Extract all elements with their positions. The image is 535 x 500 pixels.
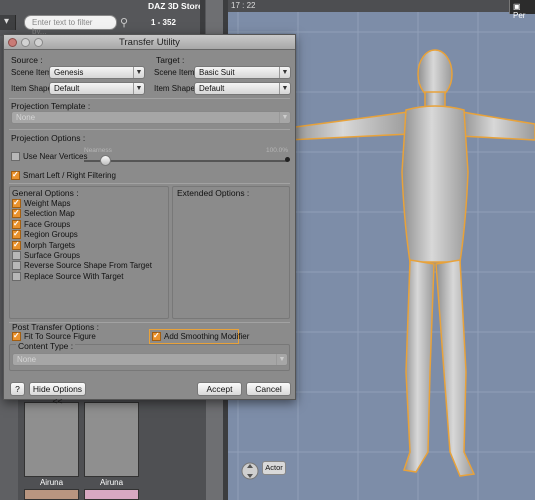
target-heading: Target : [156, 55, 185, 65]
target-scene-item-select[interactable]: Basic Suit ▼ [194, 66, 291, 79]
transfer-utility-dialog: Transfer Utility Source : Target : Scene… [3, 34, 296, 406]
hide-options-button[interactable]: Hide Options << [29, 382, 86, 406]
projection-template-heading: Projection Template : [11, 101, 91, 111]
thumbnail-label: Airuna [99, 478, 124, 487]
general-option-label: Selection Map [24, 209, 75, 218]
target-scene-item-label: Scene Item : [154, 68, 199, 77]
target-item-shape-select[interactable]: Default ▼ [194, 82, 291, 95]
dialog-titlebar[interactable]: Transfer Utility [4, 35, 295, 50]
slider-end-dot [285, 157, 290, 162]
general-option-label: Replace Source With Target [24, 272, 124, 281]
search-icon[interactable]: ⚲ [120, 16, 128, 29]
general-option-checkbox[interactable] [12, 229, 21, 239]
source-item-shape-select[interactable]: Default ▼ [49, 82, 145, 95]
viewport-header [228, 0, 535, 12]
projection-options-heading: Projection Options : [11, 133, 86, 143]
general-option-checkbox[interactable] [12, 251, 21, 260]
post-transfer-heading: Post Transfer Options : [12, 322, 99, 332]
chevron-down-icon: ▼ [133, 83, 144, 94]
content-thumbnails: Airuna Airuna [18, 400, 206, 500]
divider [9, 98, 290, 99]
nearness-label: Nearness [84, 147, 112, 154]
thumbnail-label: Airuna [39, 478, 64, 487]
nearness-slider-knob[interactable] [100, 155, 111, 166]
general-option-checkbox[interactable] [12, 240, 21, 250]
viewport-coords: 17 : 22 [231, 1, 256, 10]
chevron-down-icon: ▼ [279, 112, 290, 123]
chevron-down-icon: ▼ [133, 67, 144, 78]
general-option-checkbox[interactable] [12, 261, 21, 270]
general-option-label: Morph Targets [24, 241, 75, 250]
target-item-shape-label: Item Shape : [154, 84, 200, 93]
accept-button[interactable]: Accept [197, 382, 242, 396]
cancel-button[interactable]: Cancel [246, 382, 291, 396]
extended-options-heading: Extended Options : [177, 188, 250, 198]
store-link[interactable]: DAZ 3D Store [148, 1, 203, 11]
content-type-label: Content Type : [16, 341, 76, 351]
smart-filtering-checkbox[interactable] [11, 170, 20, 180]
nearness-slider-track[interactable] [84, 160, 287, 162]
item-count: 1 - 352 [151, 18, 176, 27]
add-smoothing-checkbox[interactable] [152, 331, 161, 341]
chevron-down-icon: ▼ [279, 83, 290, 94]
thumbnail-next-1[interactable] [24, 489, 79, 500]
general-option-checkbox[interactable] [12, 208, 21, 218]
divider [9, 129, 290, 130]
chevron-down-icon: ▼ [276, 354, 287, 365]
general-option-label: Region Groups [24, 230, 78, 239]
source-heading: Source : [11, 55, 43, 65]
dialog-title: Transfer Utility [119, 37, 180, 48]
extended-options-group [172, 186, 290, 319]
thumbnail-next-2[interactable] [84, 489, 139, 500]
filter-input[interactable]: Enter text to filter by... [24, 15, 117, 36]
general-options-heading: General Options : [12, 188, 79, 198]
nav-arrows-icon [241, 462, 259, 480]
use-near-vertices-checkbox[interactable] [11, 152, 20, 161]
general-option-label: Face Groups [24, 220, 71, 229]
divider [9, 183, 290, 184]
filter-menu-button[interactable] [0, 15, 16, 30]
viewport-nav-icon[interactable] [241, 456, 259, 486]
content-type-select[interactable]: None ▼ [12, 353, 288, 366]
general-option-label: Weight Maps [24, 199, 71, 208]
thumbnail-airuna-1[interactable] [24, 402, 79, 477]
source-scene-item-select[interactable]: Genesis ▼ [49, 66, 145, 79]
general-option-checkbox[interactable] [12, 219, 21, 229]
actor-button[interactable]: Actor [262, 461, 286, 475]
fit-to-source-label: Fit To Source Figure [24, 332, 96, 341]
general-option-label: Reverse Source Shape From Target [24, 261, 152, 270]
nearness-value: 100.0% [266, 147, 289, 154]
help-button[interactable]: ? [10, 382, 25, 396]
genesis-figure[interactable] [287, 49, 535, 477]
thumbnail-airuna-2[interactable] [84, 402, 139, 477]
general-option-label: Surface Groups [24, 251, 81, 260]
camera-selector[interactable]: ▣ Per [509, 0, 535, 20]
general-option-checkbox[interactable] [12, 198, 21, 208]
add-smoothing-label: Add Smoothing Modifier [164, 332, 250, 341]
smart-filtering-label: Smart Left / Right Filtering [23, 171, 116, 180]
projection-template-select[interactable]: None ▼ [11, 111, 291, 124]
use-near-vertices-label: Use Near Vertices [23, 152, 88, 161]
fit-to-source-checkbox[interactable] [12, 331, 21, 341]
general-option-checkbox[interactable] [12, 272, 21, 281]
chevron-down-icon: ▼ [279, 67, 290, 78]
